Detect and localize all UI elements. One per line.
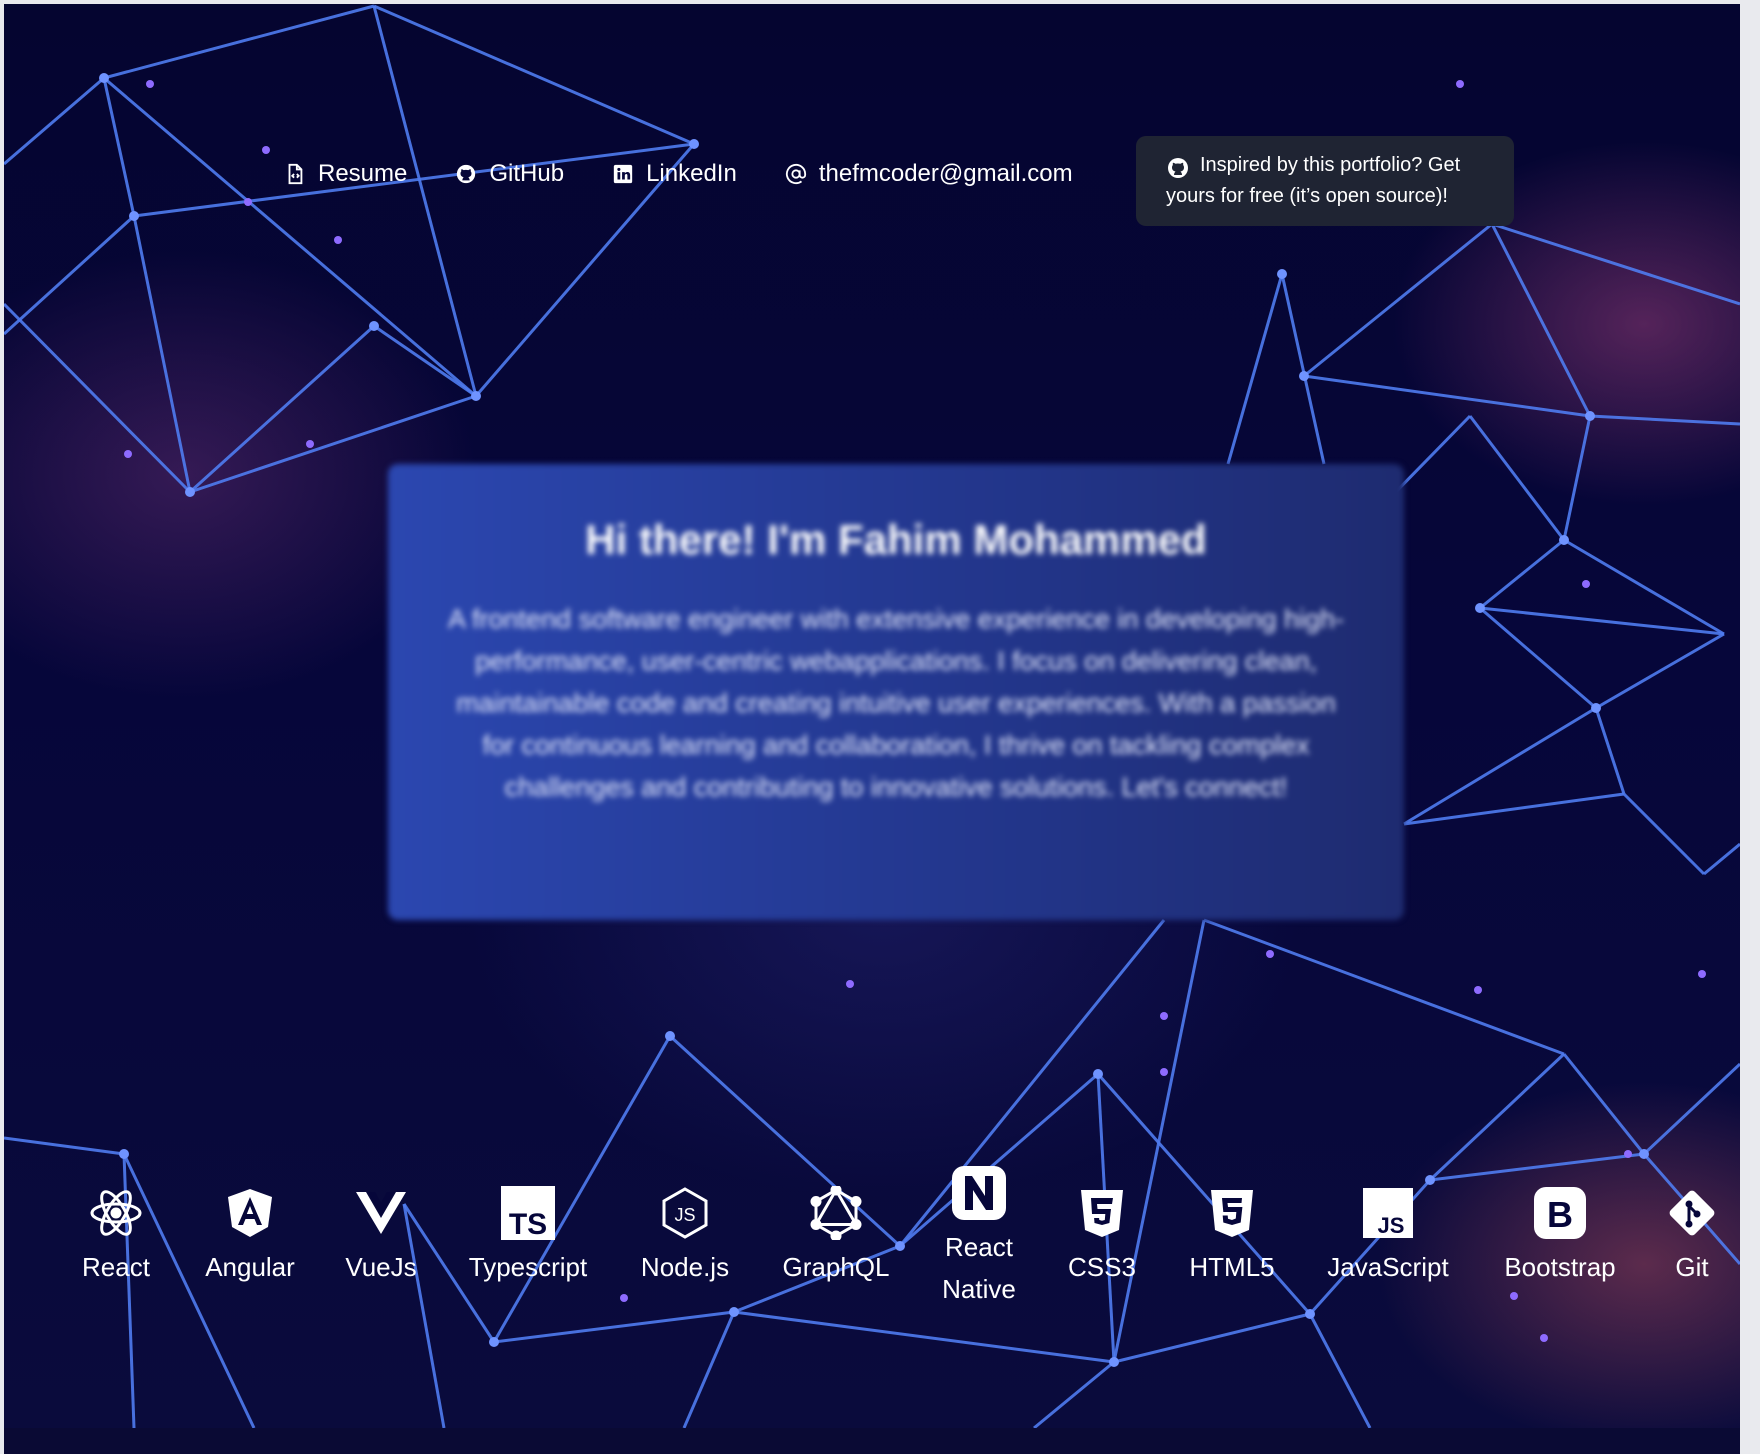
skill-label: VueJs [345, 1252, 417, 1282]
vue-icon [356, 1192, 406, 1234]
skill-label: Angular [205, 1252, 295, 1282]
bootstrap-icon: B [1534, 1187, 1586, 1239]
react-native-icon [952, 1166, 1006, 1220]
git-icon [1669, 1190, 1715, 1236]
open-source-promo[interactable]: Inspired by this portfolio? Get yours fo… [1136, 136, 1514, 226]
intro-card: Hi there! I'm Fahim Mohammed A frontend … [388, 464, 1404, 920]
skill-label: Typescript [468, 1252, 588, 1282]
skill-label: React [82, 1252, 150, 1282]
skill-label: Git [1675, 1252, 1709, 1282]
javascript-icon: JS [1363, 1188, 1413, 1238]
file-code-icon [288, 163, 303, 185]
skill-javascript: JS JavaScript [1320, 1186, 1456, 1288]
svg-text:JS: JS [1378, 1213, 1405, 1238]
skill-label: CSS3 [1068, 1252, 1136, 1282]
svg-text:B: B [1547, 1194, 1573, 1235]
svg-text:JS: JS [674, 1205, 695, 1225]
linkedin-link[interactable]: LinkedIn [612, 160, 737, 188]
github-icon [1168, 158, 1188, 178]
typescript-icon: TS [501, 1186, 555, 1240]
angular-icon [228, 1189, 272, 1237]
top-nav: Resume GitHub LinkedIn thefmcoder@gmail.… [284, 154, 1073, 194]
skill-nodejs: JS Node.js [634, 1186, 736, 1288]
section-divider [4, 1428, 1740, 1454]
github-link-label: GitHub [489, 160, 565, 187]
skill-label: Node.js [640, 1252, 730, 1282]
nodejs-icon: JS [662, 1187, 708, 1239]
skill-css3: CSS3 [1054, 1186, 1150, 1288]
resume-link-label: Resume [318, 160, 408, 187]
skill-label: GraphQL [782, 1252, 890, 1282]
intro-body: A frontend software engineer with extens… [447, 604, 1345, 802]
skill-git: Git [1662, 1186, 1722, 1288]
skill-react-native: React Native [934, 1166, 1024, 1310]
intro-title: Hi there! I'm Fahim Mohammed [585, 516, 1207, 563]
github-icon [457, 164, 476, 184]
github-link[interactable]: GitHub [455, 160, 564, 188]
email-link-label: thefmcoder@gmail.com [818, 160, 1073, 187]
skill-typescript: TS Typescript [462, 1186, 594, 1288]
resume-link[interactable]: Resume [284, 160, 407, 188]
skill-angular: Angular [192, 1186, 308, 1288]
html5-icon [1211, 1190, 1253, 1237]
skill-bootstrap: B Bootstrap [1498, 1186, 1622, 1288]
skill-label: JavaScript [1327, 1252, 1449, 1282]
skill-label: Bootstrap [1504, 1252, 1616, 1282]
linkedin-icon [613, 164, 633, 184]
hero-section: Resume GitHub LinkedIn thefmcoder@gmail.… [4, 4, 1740, 1428]
skill-graphql: GraphQL [776, 1186, 896, 1288]
promo-text: Inspired by this portfolio? Get yours fo… [1166, 154, 1461, 207]
svg-text:TS: TS [509, 1208, 547, 1240]
skill-html5: HTML5 [1180, 1186, 1284, 1288]
skill-vuejs: VueJs [334, 1186, 428, 1288]
skill-react: React [66, 1186, 166, 1288]
at-icon [785, 163, 806, 185]
react-icon [90, 1190, 142, 1236]
graphql-icon [810, 1186, 862, 1240]
linkedin-link-label: LinkedIn [646, 160, 737, 187]
skill-label: HTML5 [1189, 1252, 1275, 1282]
css3-icon [1081, 1190, 1123, 1237]
skill-label: React Native [942, 1232, 1016, 1304]
email-link[interactable]: thefmcoder@gmail.com [785, 160, 1073, 188]
